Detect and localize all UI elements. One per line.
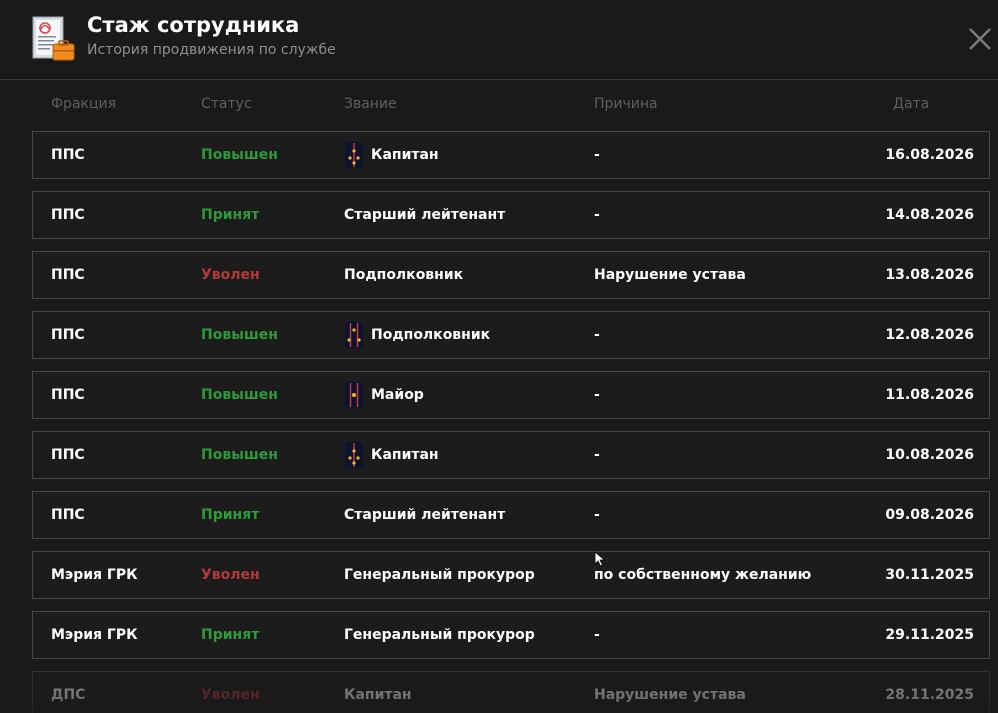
reason-cell: - bbox=[594, 327, 600, 343]
table-row[interactable]: ППС Принят Старший лейтенант - 14.08.202… bbox=[32, 191, 990, 239]
column-header-date: Дата bbox=[893, 96, 930, 112]
table-row[interactable]: ППС Повышен Капитан - 10.08.2026 bbox=[32, 431, 990, 479]
status-cell: Уволен bbox=[201, 267, 260, 283]
fraction-cell: ППС bbox=[51, 447, 85, 463]
fraction-cell: Мэрия ГРК bbox=[51, 627, 138, 643]
table-row[interactable]: ППС Повышен Капитан - 16.08.2026 bbox=[32, 131, 990, 179]
window-header: Стаж сотрудника История продвижения по с… bbox=[0, 0, 998, 80]
status-cell: Принят bbox=[201, 507, 260, 523]
date-cell: 13.08.2026 bbox=[885, 267, 974, 283]
table-row[interactable]: ППС Повышен Майор - 11.08.2026 bbox=[32, 371, 990, 419]
fraction-cell: ППС bbox=[51, 327, 85, 343]
fraction-cell: Мэрия ГРК bbox=[51, 567, 138, 583]
reason-cell: - bbox=[594, 387, 600, 403]
fraction-cell: ППС bbox=[51, 267, 85, 283]
date-cell: 09.08.2026 bbox=[885, 507, 974, 523]
reason-cell: Нарушение устава bbox=[594, 267, 746, 283]
table-row[interactable]: ППС Уволен Подполковник Нарушение устава… bbox=[32, 251, 990, 299]
status-cell: Уволен bbox=[201, 567, 260, 583]
service-history-window: Стаж сотрудника История продвижения по с… bbox=[0, 0, 998, 713]
rank-cell: Подполковник bbox=[344, 312, 490, 358]
date-cell: 11.08.2026 bbox=[885, 387, 974, 403]
captain-shoulder-strap-icon bbox=[345, 442, 363, 468]
page-subtitle: История продвижения по службе bbox=[87, 42, 336, 58]
date-cell: 12.08.2026 bbox=[885, 327, 974, 343]
reason-cell: - bbox=[594, 147, 600, 163]
date-cell: 10.08.2026 bbox=[885, 447, 974, 463]
fraction-cell: ППС bbox=[51, 147, 85, 163]
date-cell: 30.11.2025 bbox=[885, 567, 974, 583]
reason-cell: - bbox=[594, 627, 600, 643]
rank-cell: Старший лейтенант bbox=[344, 507, 506, 523]
rank-cell: Капитан bbox=[344, 687, 412, 703]
rank-cell: Генеральный прокурор bbox=[344, 567, 535, 583]
rank-cell: Капитан bbox=[344, 132, 439, 178]
status-cell: Повышен bbox=[201, 147, 278, 163]
rank-cell: Подполковник bbox=[344, 267, 464, 283]
date-cell: 28.11.2025 bbox=[885, 687, 974, 703]
column-header-rank: Звание bbox=[344, 96, 397, 112]
fraction-cell: ДПС bbox=[51, 687, 86, 703]
table-header: Фракция Статус Звание Причина Дата bbox=[0, 96, 998, 116]
reason-cell: по собственному желанию bbox=[594, 567, 812, 583]
status-cell: Принят bbox=[201, 627, 260, 643]
status-cell: Повышен bbox=[201, 327, 278, 343]
table-row[interactable]: ППС Повышен Подполковник - 12.08.2026 bbox=[32, 311, 990, 359]
history-table: ППС Повышен Капитан - 16.08.2026 ППС При… bbox=[32, 131, 990, 713]
date-cell: 29.11.2025 bbox=[885, 627, 974, 643]
reason-cell: - bbox=[594, 507, 600, 523]
document-briefcase-icon bbox=[32, 16, 75, 61]
rank-label: Капитан bbox=[371, 447, 439, 463]
status-cell: Повышен bbox=[201, 387, 278, 403]
rank-label: Майор bbox=[371, 387, 424, 403]
rank-cell: Генеральный прокурор bbox=[344, 627, 535, 643]
lt-colonel-shoulder-strap-icon bbox=[345, 322, 363, 348]
reason-cell: - bbox=[594, 207, 600, 223]
close-icon[interactable] bbox=[966, 25, 994, 53]
column-header-reason: Причина bbox=[594, 96, 658, 112]
table-row[interactable]: ДПС Уволен Капитан Нарушение устава 28.1… bbox=[32, 671, 990, 713]
major-shoulder-strap-icon bbox=[345, 382, 363, 408]
table-row[interactable]: ППС Принят Старший лейтенант - 09.08.202… bbox=[32, 491, 990, 539]
rank-label: Подполковник bbox=[371, 327, 491, 343]
table-row[interactable]: Мэрия ГРК Принят Генеральный прокурор - … bbox=[32, 611, 990, 659]
fraction-cell: ППС bbox=[51, 507, 85, 523]
status-cell: Уволен bbox=[201, 687, 260, 703]
date-cell: 16.08.2026 bbox=[885, 147, 974, 163]
rank-cell: Майор bbox=[344, 372, 424, 418]
reason-cell: Нарушение устава bbox=[594, 687, 746, 703]
column-header-fraction: Фракция bbox=[51, 96, 117, 112]
rank-cell: Капитан bbox=[344, 432, 439, 478]
status-cell: Повышен bbox=[201, 447, 278, 463]
status-cell: Принят bbox=[201, 207, 260, 223]
date-cell: 14.08.2026 bbox=[885, 207, 974, 223]
column-header-status: Статус bbox=[201, 96, 252, 112]
reason-cell: - bbox=[594, 447, 600, 463]
fraction-cell: ППС bbox=[51, 207, 85, 223]
captain-shoulder-strap-icon bbox=[345, 142, 363, 168]
rank-label: Капитан bbox=[371, 147, 439, 163]
rank-cell: Старший лейтенант bbox=[344, 207, 506, 223]
fraction-cell: ППС bbox=[51, 387, 85, 403]
table-row[interactable]: Мэрия ГРК Уволен Генеральный прокурор по… bbox=[32, 551, 990, 599]
page-title: Стаж сотрудника bbox=[87, 13, 300, 37]
